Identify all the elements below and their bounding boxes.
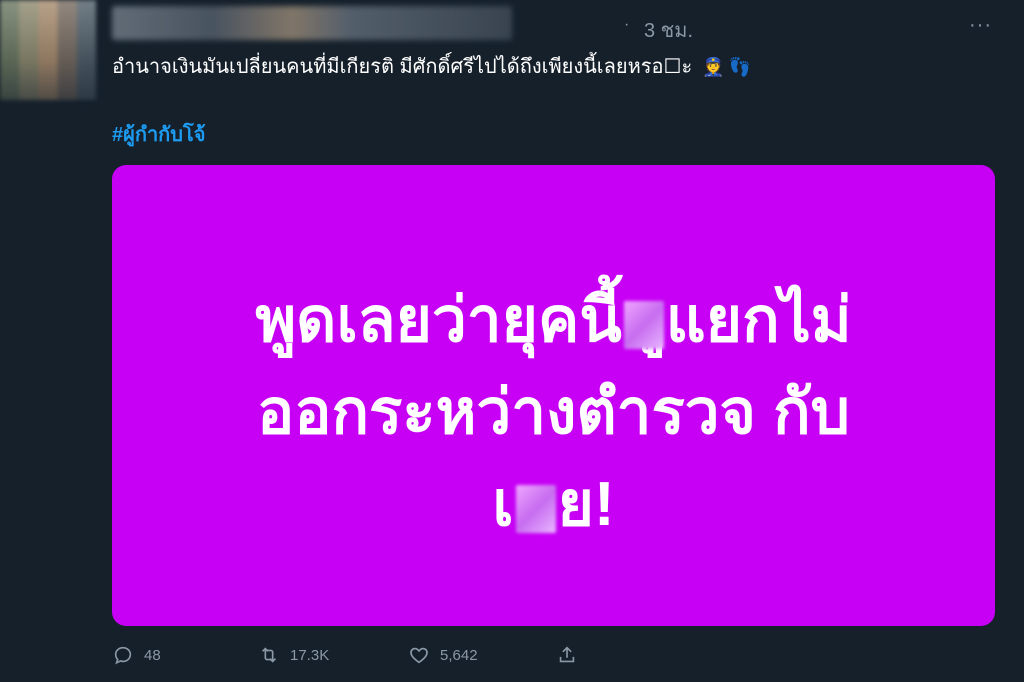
retweet-icon xyxy=(261,647,277,663)
hashtag-link[interactable]: #ผู้กำกับโจ้ xyxy=(112,118,205,150)
police-emoji-icon: 👮 xyxy=(702,57,725,77)
reply-count: 48 xyxy=(144,646,161,664)
footprints-emoji-icon: 👣 xyxy=(728,57,752,77)
media-line-2: ออกระหว่างตำรวจ กับ xyxy=(256,378,851,447)
avatar[interactable] xyxy=(0,0,96,100)
tweet-actions: 48 17.3K 5,642 xyxy=(112,644,592,674)
tweet-text: อำนาจเงินมันเปลี่ยนคนที่มีเกียรติ มีศักด… xyxy=(112,50,751,82)
retweet-button[interactable]: 17.3K xyxy=(258,644,329,666)
tweet-timestamp[interactable]: 3 ชม. xyxy=(644,14,693,46)
like-button[interactable]: 5,642 xyxy=(408,644,478,666)
censored-blur xyxy=(623,300,664,349)
like-count: 5,642 xyxy=(440,646,478,664)
media-line-3: เ ย! xyxy=(112,459,995,551)
media-line-1: พูดเลยว่ายุคนีู้แยกไม่ xyxy=(112,275,995,367)
censored-blur xyxy=(515,484,556,533)
media-text: พูดเลยว่ายุคนีู้แยกไม่ ออกระหว่างตำรวจ ก… xyxy=(112,275,995,551)
heart-icon xyxy=(410,647,428,664)
retweet-count: 17.3K xyxy=(290,646,330,664)
tweet-header: · 3 ชม. ··· xyxy=(112,4,1004,42)
media-line-3-end: ย! xyxy=(557,470,615,539)
reply-icon xyxy=(114,646,132,665)
author-name-redacted[interactable] xyxy=(112,6,512,40)
time-separator: · xyxy=(624,16,630,33)
tweet-body: อำนาจเงินมันเปลี่ยนคนที่มีเกียรติ มีศักด… xyxy=(112,56,693,78)
more-options-icon[interactable]: ··· xyxy=(969,14,992,37)
tweet-media-image[interactable]: พูดเลยว่ายุคนีู้แยกไม่ ออกระหว่างตำรวจ ก… xyxy=(112,165,995,626)
media-line-1-start: พูดเลยว่ายุคนี้ xyxy=(255,286,622,355)
media-line-1-end: ูแยกไม่ xyxy=(665,286,852,355)
media-line-3-start: เ xyxy=(492,470,514,539)
share-icon xyxy=(559,646,575,663)
share-button[interactable] xyxy=(556,644,578,666)
reply-button[interactable]: 48 xyxy=(112,644,161,666)
